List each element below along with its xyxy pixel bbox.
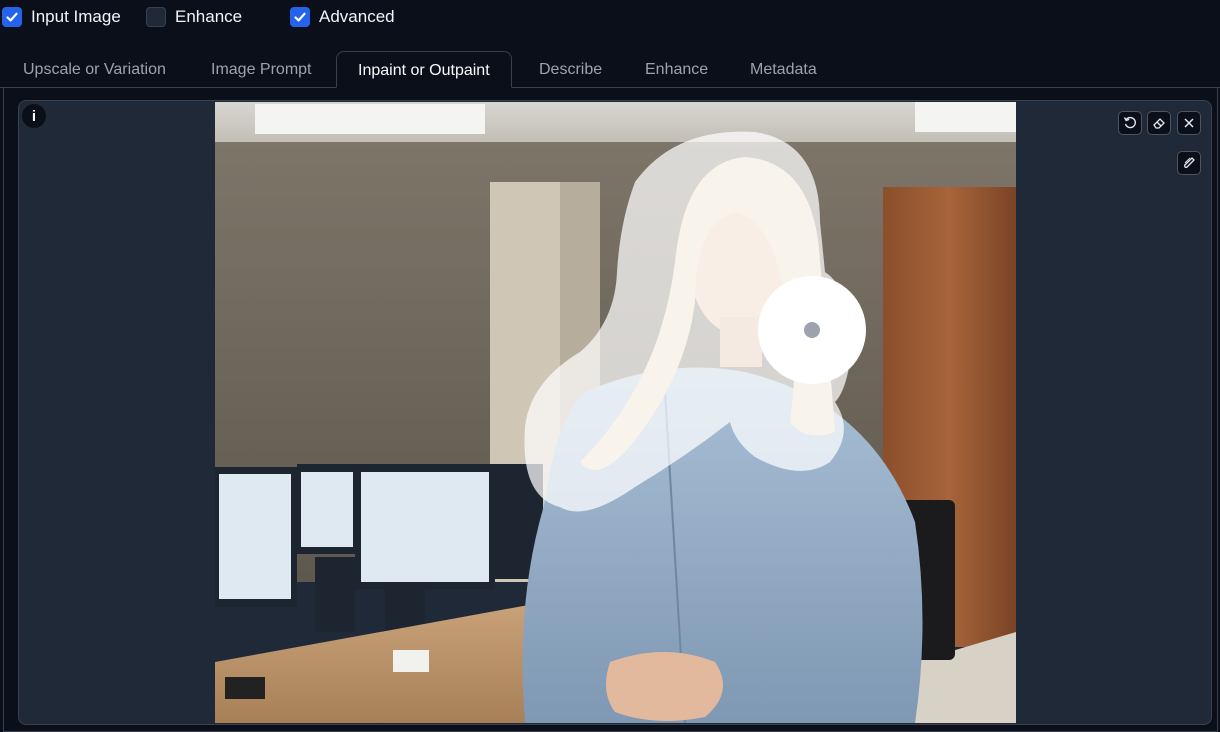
enhance-checkbox[interactable]: Enhance <box>146 6 242 28</box>
undo-icon <box>1123 116 1136 129</box>
input-image-label: Input Image <box>31 7 121 26</box>
tab-describe[interactable]: Describe <box>518 51 623 88</box>
hands <box>606 652 723 721</box>
undo-button[interactable] <box>1118 111 1142 135</box>
options-row: Input Image Enhance Advanced <box>0 0 1220 36</box>
close-icon <box>1184 118 1194 128</box>
desk <box>215 602 545 723</box>
brush-cursor-center <box>804 322 820 338</box>
advanced-checkbox[interactable]: Advanced <box>290 6 395 28</box>
enhance-label: Enhance <box>175 7 243 26</box>
tab-inpaint-or-outpaint[interactable]: Inpaint or Outpaint <box>336 51 512 88</box>
brush-button[interactable] <box>1177 151 1201 175</box>
input-image-checkbox[interactable]: Input Image <box>2 6 121 28</box>
info-icon[interactable]: i <box>22 104 46 128</box>
close-button[interactable] <box>1177 111 1201 135</box>
tab-enhance[interactable]: Enhance <box>624 51 729 88</box>
brush-icon <box>1184 157 1195 168</box>
tab-image-prompt[interactable]: Image Prompt <box>190 51 332 88</box>
checkbox-checked-icon[interactable] <box>2 7 22 27</box>
ceiling-light <box>915 102 1016 132</box>
eraser-button[interactable] <box>1147 111 1171 135</box>
tab-upscale-or-variation[interactable]: Upscale or Variation <box>2 51 187 88</box>
tab-metadata[interactable]: Metadata <box>729 51 838 88</box>
eraser-icon <box>1153 118 1165 129</box>
ceiling-light <box>255 104 485 134</box>
checkbox-checked-icon[interactable] <box>290 7 310 27</box>
inpaint-canvas[interactable] <box>215 102 1016 723</box>
checkbox-unchecked-icon[interactable] <box>146 7 166 27</box>
advanced-label: Advanced <box>319 7 395 26</box>
